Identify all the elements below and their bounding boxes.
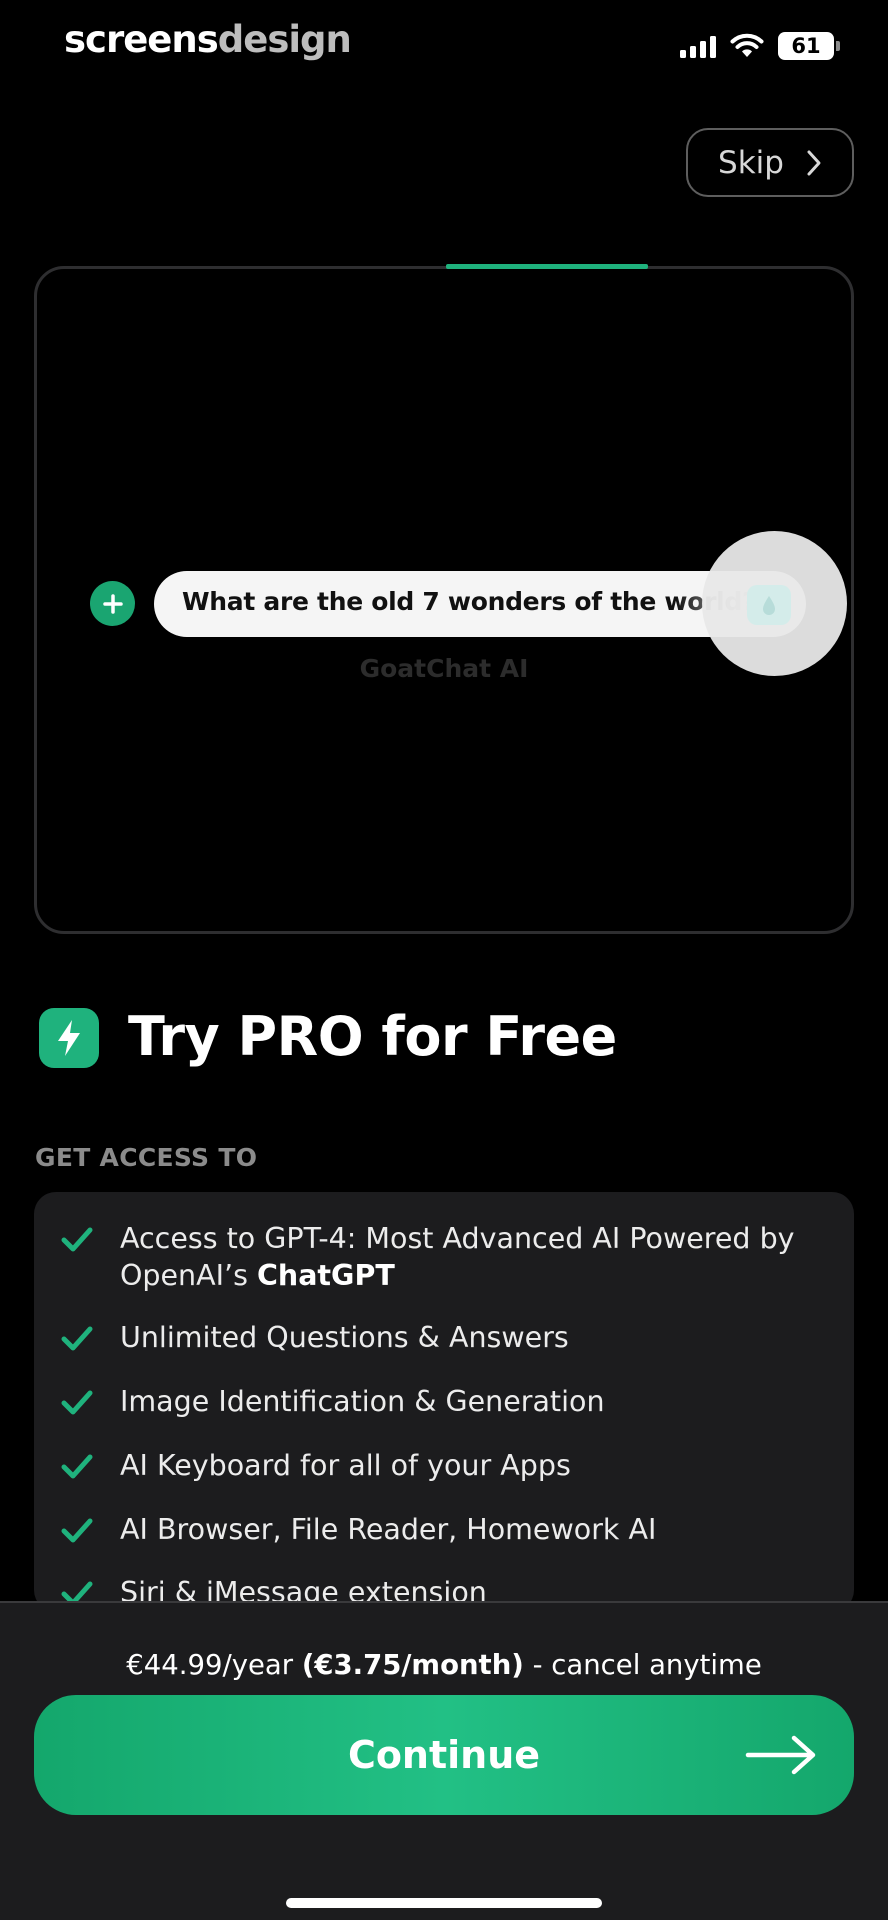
check-icon xyxy=(61,1390,93,1415)
purchase-sheet: €44.99/year (€3.75/month) - cancel anyti… xyxy=(0,1601,888,1920)
brand-label: GoatChat AI xyxy=(359,654,529,683)
skip-button[interactable]: Skip xyxy=(686,128,854,197)
feature-label: Unlimited Questions & Answers xyxy=(120,1321,569,1354)
check-icon xyxy=(61,1227,93,1252)
skip-label: Skip xyxy=(718,144,784,181)
check-icon xyxy=(61,1454,93,1479)
price-line: €44.99/year (€3.75/month) - cancel anyti… xyxy=(126,1649,762,1681)
feature-label: AI Browser, File Reader, Homework AI xyxy=(120,1513,657,1546)
paywall-screen: screensdesign 61 Skip What are the old 7… xyxy=(0,0,888,1920)
continue-button[interactable]: Continue xyxy=(34,1695,854,1815)
bolt-icon xyxy=(39,1008,99,1068)
battery-icon: 61 xyxy=(778,32,840,60)
demo-preview: What are the old 7 wonders of the world?… xyxy=(34,266,854,934)
prompt-text: What are the old 7 wonders of the world? xyxy=(182,587,797,616)
arrow-right-icon xyxy=(745,1735,816,1775)
carousel-progress xyxy=(446,264,648,269)
feature-label: Image Identification & Generation xyxy=(120,1385,605,1418)
send-icon xyxy=(747,585,791,625)
battery-level: 61 xyxy=(778,32,834,60)
signal-icon xyxy=(680,34,716,58)
page-title: Try PRO for Free xyxy=(128,1005,617,1068)
plus-icon xyxy=(90,581,135,626)
feature-item: AI Keyboard for all of your Apps xyxy=(60,1447,820,1484)
feature-item: Access to GPT-4: Most Advanced AI Powere… xyxy=(60,1220,820,1294)
status-icons: 61 xyxy=(680,32,840,60)
feature-label: Access to GPT-4: Most Advanced AI Powere… xyxy=(120,1222,795,1292)
chevron-right-icon xyxy=(807,150,821,175)
section-label: GET ACCESS TO xyxy=(35,1143,258,1172)
home-indicator xyxy=(286,1898,602,1908)
feature-item: Image Identification & Generation xyxy=(60,1383,820,1420)
watermark-part2: design xyxy=(217,18,352,61)
watermark: screensdesign xyxy=(64,18,352,61)
feature-item: Unlimited Questions & Answers xyxy=(60,1319,820,1356)
feature-item: AI Browser, File Reader, Homework AI xyxy=(60,1511,820,1548)
feature-label: AI Keyboard for all of your Apps xyxy=(120,1449,571,1482)
check-icon xyxy=(61,1518,93,1543)
watermark-part1: screens xyxy=(64,18,219,61)
check-icon xyxy=(61,1326,93,1351)
features-list: Access to GPT-4: Most Advanced AI Powere… xyxy=(34,1192,854,1612)
wifi-icon xyxy=(730,33,764,57)
continue-label: Continue xyxy=(347,1733,541,1777)
